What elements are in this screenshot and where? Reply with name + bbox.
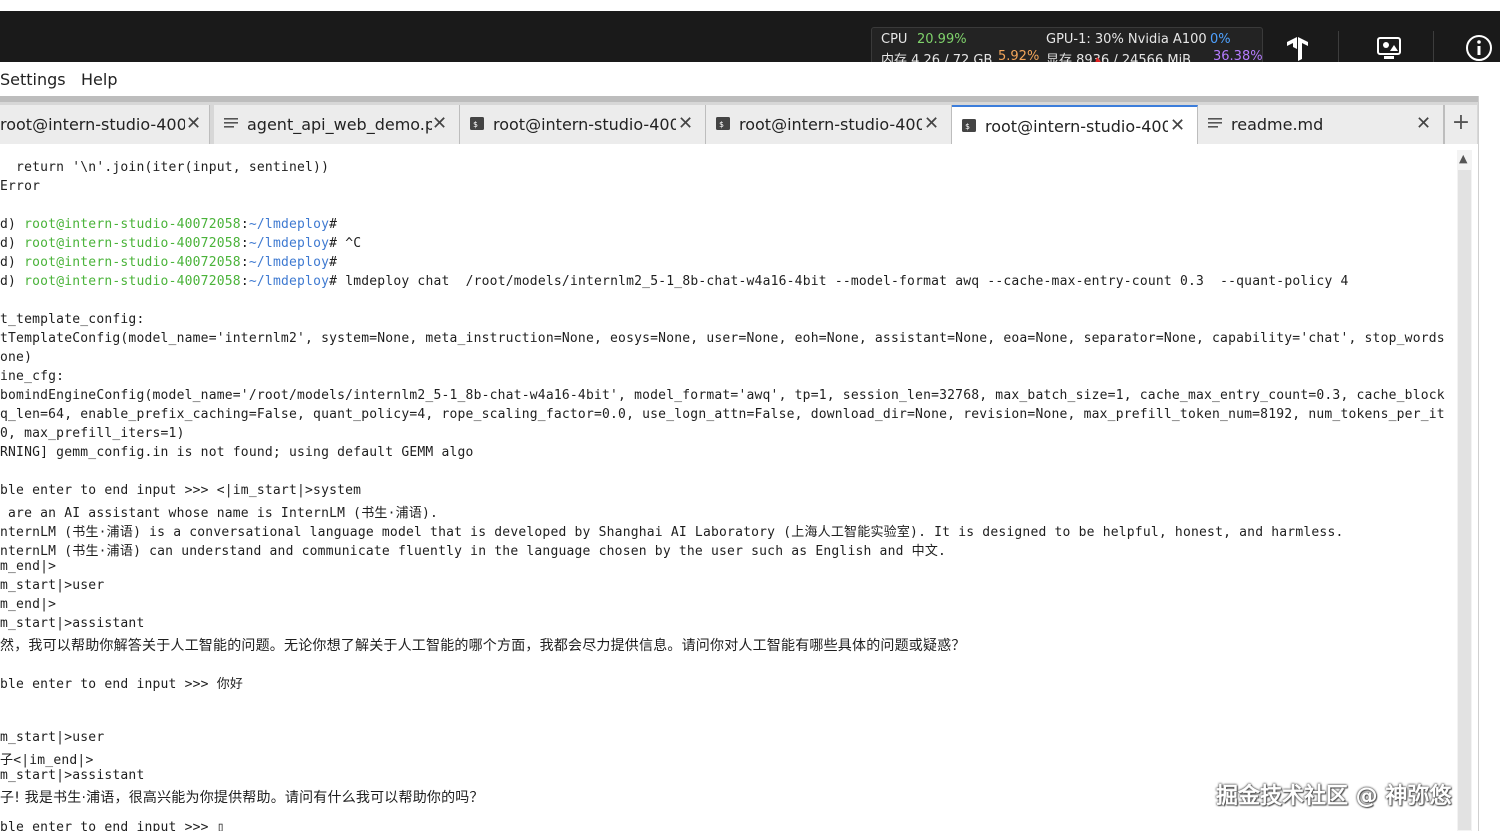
prompt-prefix: d) bbox=[0, 274, 25, 289]
prompt-prefix: d) bbox=[0, 255, 25, 270]
terminal-icon: $ bbox=[716, 117, 730, 130]
file-icon bbox=[224, 118, 238, 128]
info-icon[interactable] bbox=[1462, 31, 1496, 65]
terminal-prompt-line: d) root@intern-studio-40072058:~/lmdeplo… bbox=[0, 274, 1349, 289]
svg-text:$: $ bbox=[965, 122, 970, 131]
terminal-line: bomindEngineConfig(model_name='/root/mod… bbox=[0, 388, 1445, 403]
tab-label: agent_api_web_demo.p bbox=[247, 115, 432, 134]
prompt-path: ~/lmdeploy bbox=[248, 274, 330, 289]
terminal-prompt-line: d) root@intern-studio-40072058:~/lmdeplo… bbox=[0, 255, 338, 270]
cpu-label: CPU bbox=[881, 32, 908, 47]
top-status-bar: CPU 20.99% 内存 4.26 / 72 GB 5.92% GPU-1: … bbox=[0, 11, 1500, 124]
terminal-line: q_len=64, enable_prefix_caching=False, q… bbox=[0, 407, 1445, 422]
terminal-line: m_start|>assistant bbox=[0, 616, 145, 631]
terminal-line: m_start|>assistant bbox=[0, 768, 145, 783]
svg-text:$: $ bbox=[473, 120, 478, 129]
tab-close-icon[interactable]: ✕ bbox=[432, 113, 447, 134]
menu-help[interactable]: Help bbox=[81, 70, 117, 89]
terminal-line: one) bbox=[0, 350, 33, 365]
prompt-path: ~/lmdeploy bbox=[248, 255, 330, 270]
scroll-up-icon[interactable]: ▲ bbox=[1459, 152, 1467, 165]
tensorflow-icon[interactable] bbox=[1281, 31, 1315, 65]
terminal-line: ine_cfg: bbox=[0, 369, 65, 384]
resource-monitor: CPU 20.99% 内存 4.26 / 72 GB 5.92% GPU-1: … bbox=[871, 27, 1263, 68]
menu-bar: Settings Help bbox=[0, 62, 1500, 96]
tab-terminal-2[interactable]: $ root@intern-studio-400 ✕ bbox=[460, 105, 706, 144]
prompt-command: # ^C bbox=[329, 236, 362, 251]
file-icon bbox=[1208, 118, 1222, 128]
prompt-path: ~/lmdeploy bbox=[248, 217, 330, 232]
gpu-label: GPU-1: 30% Nvidia A100 bbox=[1046, 32, 1207, 47]
terminal-line: m_end|> bbox=[0, 597, 57, 612]
terminal-prompt-line: d) root@intern-studio-40072058:~/lmdeplo… bbox=[0, 217, 338, 232]
toolbar-divider bbox=[1433, 31, 1434, 63]
tab-label: root@intern-studio-400 bbox=[0, 115, 185, 134]
terminal-line: nternLM (书生·浦语) can understand and commu… bbox=[0, 544, 947, 559]
tab-label: root@intern-studio-400 bbox=[985, 117, 1168, 136]
prompt-command: # lmdeploy chat /root/models/internlm2_5… bbox=[329, 274, 1349, 289]
prompt-user-host: root@intern-studio-40072058 bbox=[24, 236, 241, 251]
side-panel-edge bbox=[1478, 96, 1500, 831]
scrollbar-thumb[interactable] bbox=[1458, 170, 1471, 830]
prompt-path: ~/lmdeploy bbox=[248, 236, 330, 251]
tab-close-icon[interactable]: ✕ bbox=[186, 113, 201, 134]
terminal-line: Error bbox=[0, 179, 41, 194]
terminal-prompt-line: d) root@intern-studio-40072058:~/lmdeplo… bbox=[0, 236, 362, 251]
prompt-prefix: d) bbox=[0, 217, 25, 232]
tab-label: root@intern-studio-400 bbox=[493, 115, 676, 134]
terminal-line: m_end|> bbox=[0, 559, 57, 574]
tab-terminal-3[interactable]: $ root@intern-studio-400 ✕ bbox=[706, 105, 952, 144]
menu-settings[interactable]: Settings bbox=[0, 70, 66, 89]
terminal-line: nternLM (书生·浦语) is a conversational lang… bbox=[0, 525, 1344, 540]
prompt-user-host: root@intern-studio-40072058 bbox=[24, 274, 241, 289]
tab-close-icon[interactable]: ✕ bbox=[678, 113, 693, 134]
terminal-output[interactable]: return '\n'.join(iter(input, sentinel)) … bbox=[0, 150, 1455, 831]
toolbar-divider bbox=[1338, 31, 1339, 63]
terminal-line: are an AI assistant whose name is Intern… bbox=[0, 506, 439, 521]
tab-bar: root@intern-studio-400 ✕ agent_api_web_d… bbox=[0, 96, 1500, 144]
prompt-user-host: root@intern-studio-40072058 bbox=[24, 255, 241, 270]
tab-close-icon[interactable]: ✕ bbox=[1170, 115, 1185, 136]
terminal-line: return '\n'.join(iter(input, sentinel)) bbox=[0, 160, 330, 175]
svg-text:$: $ bbox=[719, 120, 724, 129]
terminal-line: m_start|>user bbox=[0, 578, 105, 593]
terminal-line: tTemplateConfig(model_name='internlm2', … bbox=[0, 331, 1445, 346]
tab-label: root@intern-studio-400 bbox=[739, 115, 922, 134]
prompt-command: # bbox=[329, 217, 338, 232]
terminal-input-line[interactable]: ble enter to end input >>> ▯ bbox=[0, 820, 225, 831]
gpu-value: 0% bbox=[1210, 32, 1231, 47]
prompt-command: # bbox=[329, 255, 338, 270]
tab-close-icon[interactable]: ✕ bbox=[1416, 113, 1431, 134]
watermark: 掘金技术社区 @ 神弥悠 bbox=[1216, 784, 1452, 809]
terminal-line: 然，我可以帮助你解答关于人工智能的问题。无论你想了解关于人工智能的哪个方面，我都… bbox=[0, 638, 966, 654]
tab-label: readme.md bbox=[1231, 115, 1324, 134]
terminal-icon: $ bbox=[962, 119, 976, 132]
prompt-prefix: d) bbox=[0, 236, 25, 251]
new-tab-button[interactable]: + bbox=[1444, 105, 1477, 144]
cpu-value: 20.99% bbox=[917, 32, 967, 47]
terminal-line: 子! 我是书生·浦语，很高兴能为你提供帮助。请问有什么我可以帮助你的吗？ bbox=[0, 790, 484, 806]
terminal-line: t_template_config: bbox=[0, 312, 145, 327]
terminal-line: ble enter to end input >>> <|im_start|>s… bbox=[0, 483, 362, 498]
terminal-line: 子<|im_end|> bbox=[0, 753, 94, 768]
tab-agent-api-web-demo[interactable]: agent_api_web_demo.p ✕ bbox=[214, 105, 460, 144]
terminal-scrollbar[interactable]: ▲ bbox=[1457, 150, 1472, 831]
tab-terminal-active[interactable]: $ root@intern-studio-400 ✕ bbox=[952, 105, 1198, 144]
terminal-line: RNING] gemm_config.in is not found; usin… bbox=[0, 445, 474, 460]
terminal-icon: $ bbox=[470, 117, 484, 130]
tab-terminal-1[interactable]: root@intern-studio-400 ✕ bbox=[0, 105, 210, 144]
monitor-icon[interactable] bbox=[1372, 31, 1406, 65]
terminal-line: m_start|>user bbox=[0, 730, 105, 745]
terminal-line: 0, max_prefill_iters=1) bbox=[0, 426, 185, 441]
terminal-line: ble enter to end input >>> 你好 bbox=[0, 677, 244, 692]
prompt-user-host: root@intern-studio-40072058 bbox=[24, 217, 241, 232]
tab-readme[interactable]: readme.md ✕ bbox=[1198, 105, 1444, 144]
tab-close-icon[interactable]: ✕ bbox=[924, 113, 939, 134]
